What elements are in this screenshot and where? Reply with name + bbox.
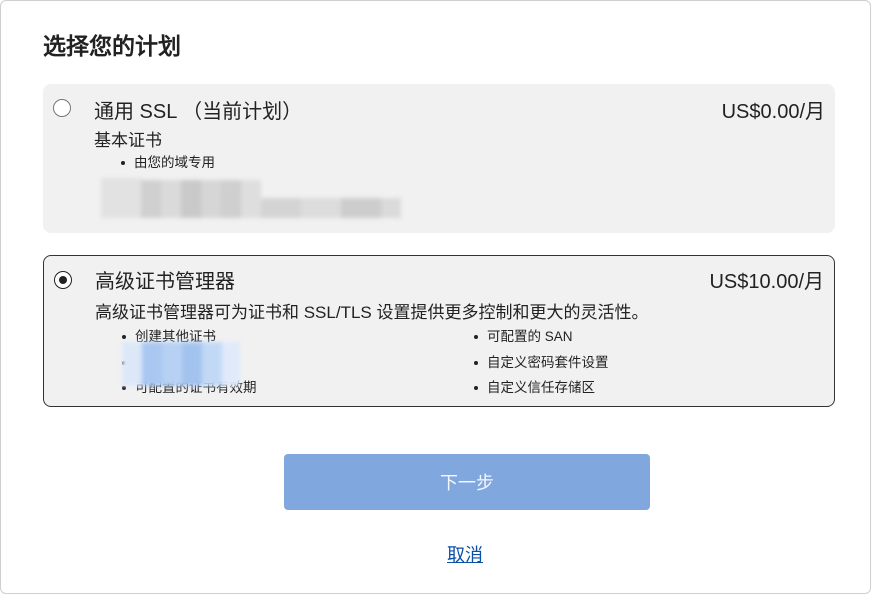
dialog-title: 选择您的计划 <box>43 33 181 59</box>
plan-price: US$10.00/月 <box>709 271 824 293</box>
plan-option-universal-ssl[interactable]: 通用 SSL （当前计划） US$0.00/月 基本证书 由您的域专用 <box>43 84 835 233</box>
plan-feature-item: 可配置的 SAN <box>467 328 609 354</box>
plan-description: 基本证书 <box>94 131 162 150</box>
plan-feature-item: 自定义信任存储区 <box>467 379 609 405</box>
radio-selected-dot <box>58 275 67 284</box>
plan-name: 高级证书管理器 <box>95 271 235 293</box>
plan-feature-item: 自定义密码套件设置 <box>467 354 609 380</box>
next-button[interactable]: 下一步 <box>284 454 650 510</box>
plan-option-advanced-certificate-manager[interactable]: 高级证书管理器 US$10.00/月 高级证书管理器可为证书和 SSL/TLS … <box>43 255 835 407</box>
redacted-region <box>122 342 240 386</box>
plan-selection-dialog: 选择您的计划 通用 SSL （当前计划） US$0.00/月 基本证书 由您的域… <box>0 0 871 594</box>
plan-radio-advanced[interactable] <box>54 271 72 289</box>
plan-radio-universal[interactable] <box>53 99 71 117</box>
cancel-link[interactable]: 取消 <box>447 541 483 567</box>
redacted-region <box>101 178 401 218</box>
plan-description: 高级证书管理器可为证书和 SSL/TLS 设置提供更多控制和更大的灵活性。 <box>95 303 649 322</box>
plan-name: 通用 SSL （当前计划） <box>94 101 303 123</box>
plan-feature-list-right: 可配置的 SAN 自定义密码套件设置 自定义信任存储区 <box>467 328 609 405</box>
plan-price: US$0.00/月 <box>721 101 825 123</box>
